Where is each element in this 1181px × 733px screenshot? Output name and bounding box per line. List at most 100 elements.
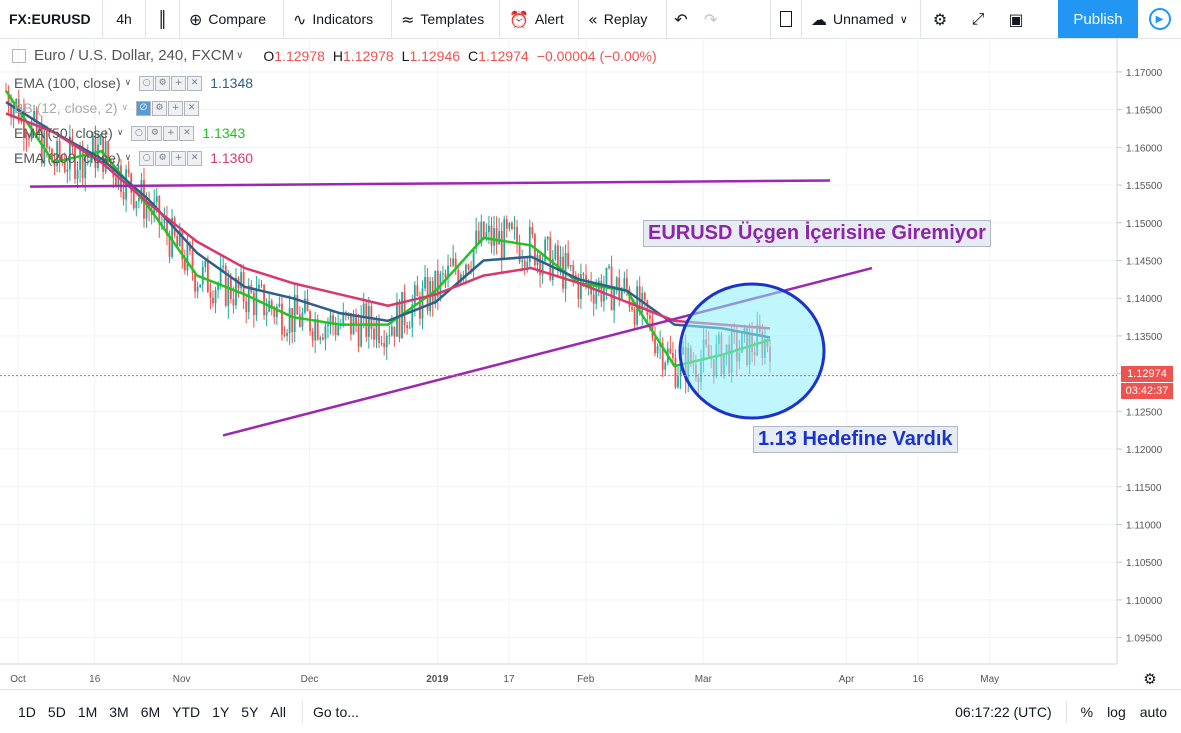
alert-button[interactable]: ⏰ Alert bbox=[500, 0, 579, 38]
eye-icon[interactable]: ○ bbox=[131, 125, 147, 141]
publish-button[interactable]: Publish bbox=[1058, 0, 1138, 38]
close-icon[interactable]: ✕ bbox=[179, 125, 195, 141]
candle-body bbox=[452, 258, 455, 266]
chart-style-button[interactable]: ║ bbox=[146, 0, 180, 38]
goto-button[interactable]: Go to... bbox=[313, 704, 359, 720]
settings-button[interactable]: ⚙ bbox=[921, 0, 959, 38]
redo-button[interactable]: ↷ bbox=[695, 0, 771, 38]
redo-icon: ↷ bbox=[704, 9, 718, 29]
candle-body bbox=[513, 227, 516, 229]
snapshot-button[interactable]: ▣ bbox=[997, 0, 1035, 38]
candle-body bbox=[582, 273, 585, 276]
candle-body bbox=[281, 303, 283, 335]
gear-icon[interactable]: ⚙ bbox=[155, 150, 171, 166]
candle-body bbox=[380, 343, 383, 345]
annotation-triangle[interactable]: EURUSD Üçgen İçerisine Giremiyor bbox=[643, 220, 991, 247]
candle-body bbox=[449, 265, 452, 267]
indicator-bb[interactable]: BB (12, close, 2) ∨ ∅ ⚙ + ✕ bbox=[14, 100, 200, 116]
gear-icon[interactable]: ⚙ bbox=[152, 100, 168, 116]
range-1m[interactable]: 1M bbox=[72, 704, 103, 720]
utc-clock[interactable]: 06:17:22 (UTC) bbox=[955, 704, 1051, 720]
compare-label: Compare bbox=[208, 11, 266, 27]
eye-icon[interactable]: ○ bbox=[139, 75, 155, 91]
candle-body bbox=[656, 346, 659, 354]
indicator-controls[interactable]: ○ ⚙ + ✕ bbox=[139, 75, 203, 91]
candle-body bbox=[421, 288, 424, 319]
candle-body bbox=[482, 221, 485, 239]
candle-body bbox=[135, 201, 138, 209]
range-all[interactable]: All bbox=[264, 704, 292, 720]
candle-body bbox=[672, 353, 674, 358]
price-tick-label: 1.17000 bbox=[1126, 68, 1163, 79]
indicator-controls[interactable]: ∅ ⚙ + ✕ bbox=[136, 100, 200, 116]
range-6m[interactable]: 6M bbox=[135, 704, 166, 720]
range-ytd[interactable]: YTD bbox=[166, 704, 206, 720]
candle-body bbox=[503, 219, 506, 260]
interval-button[interactable]: 4h bbox=[103, 0, 146, 38]
collapse-square-icon[interactable] bbox=[12, 48, 26, 63]
indicator-value: 1.1348 bbox=[210, 75, 254, 91]
plus-icon[interactable]: + bbox=[171, 75, 187, 91]
compare-button[interactable]: ⊕ Compare bbox=[180, 0, 284, 38]
eye-icon[interactable]: ○ bbox=[139, 150, 155, 166]
gear-icon[interactable]: ⚙ bbox=[147, 125, 163, 141]
chevron-down-icon[interactable]: ∨ bbox=[117, 128, 124, 138]
fullscreen-button[interactable]: ⤢ bbox=[959, 0, 997, 38]
candle-body bbox=[500, 231, 503, 260]
replay-button[interactable]: « Replay bbox=[579, 0, 667, 38]
symbol-search[interactable]: FX:EURUSD bbox=[0, 0, 103, 38]
candle-body bbox=[286, 333, 288, 336]
price-tick-label: 1.11500 bbox=[1126, 483, 1162, 494]
time-tick-label: Feb bbox=[577, 674, 595, 685]
candle-body bbox=[521, 260, 524, 262]
close-icon[interactable]: ✕ bbox=[187, 150, 203, 166]
range-1y[interactable]: 1Y bbox=[206, 704, 235, 720]
publish-label: Publish bbox=[1073, 10, 1123, 28]
auto-toggle[interactable]: auto bbox=[1140, 704, 1167, 720]
highlight-circle bbox=[678, 282, 826, 420]
price-tick-label: 1.12500 bbox=[1126, 407, 1163, 418]
undo-button[interactable]: ↶ bbox=[667, 0, 695, 38]
candle-body bbox=[155, 196, 158, 202]
candle-body bbox=[232, 299, 235, 306]
range-5d[interactable]: 5D bbox=[42, 704, 72, 720]
fullscreen-layout-button[interactable] bbox=[771, 0, 802, 38]
chevron-down-icon[interactable]: ∨ bbox=[236, 50, 243, 61]
indicator-ema100[interactable]: EMA (100, close) ∨ ○ ⚙ + ✕ 1.1348 bbox=[14, 75, 253, 91]
chevron-down-icon[interactable]: ∨ bbox=[125, 78, 132, 88]
close-label: C bbox=[468, 47, 479, 64]
range-5y[interactable]: 5Y bbox=[235, 704, 264, 720]
close-icon[interactable]: ✕ bbox=[187, 75, 203, 91]
candle-body bbox=[385, 336, 388, 348]
layout-button[interactable]: ☁ Unnamed ∨ bbox=[802, 0, 921, 38]
candle-body bbox=[608, 266, 610, 268]
candle-body bbox=[674, 357, 677, 388]
chevron-down-icon[interactable]: ∨ bbox=[125, 153, 132, 163]
indicator-controls[interactable]: ○ ⚙ + ✕ bbox=[131, 125, 195, 141]
candle-body bbox=[199, 284, 202, 288]
candle-body bbox=[186, 243, 189, 271]
plus-icon[interactable]: + bbox=[168, 100, 184, 116]
hidden-eye-icon[interactable]: ∅ bbox=[136, 100, 152, 116]
gear-icon[interactable]: ⚙ bbox=[155, 75, 171, 91]
indicators-label: Indicators bbox=[312, 11, 374, 27]
annotation-target[interactable]: 1.13 Hedefine Vardık bbox=[753, 426, 958, 453]
percent-toggle[interactable]: % bbox=[1081, 704, 1093, 720]
play-button[interactable]: ▶ bbox=[1138, 0, 1181, 38]
close-icon[interactable]: ✕ bbox=[184, 100, 200, 116]
range-3m[interactable]: 3M bbox=[103, 704, 134, 720]
chevron-down-icon[interactable]: ∨ bbox=[122, 103, 129, 113]
plus-icon[interactable]: + bbox=[171, 150, 187, 166]
candle-body bbox=[633, 309, 636, 325]
plus-icon[interactable]: + bbox=[163, 125, 179, 141]
indicators-button[interactable]: ∿ Indicators bbox=[284, 0, 392, 38]
indicator-ema50[interactable]: EMA (50, close) ∨ ○ ⚙ + ✕ 1.1343 bbox=[14, 125, 245, 141]
log-toggle[interactable]: log bbox=[1107, 704, 1126, 720]
range-1d[interactable]: 1D bbox=[12, 704, 42, 720]
templates-button[interactable]: ≈ Templates bbox=[392, 0, 500, 38]
indicator-ema200[interactable]: EMA (200, close) ∨ ○ ⚙ + ✕ 1.1360 bbox=[14, 150, 253, 166]
axis-settings-gear-icon[interactable]: ⚙ bbox=[1143, 670, 1156, 688]
candle-body bbox=[319, 337, 322, 340]
candle-body bbox=[508, 222, 511, 229]
indicator-controls[interactable]: ○ ⚙ + ✕ bbox=[139, 150, 203, 166]
